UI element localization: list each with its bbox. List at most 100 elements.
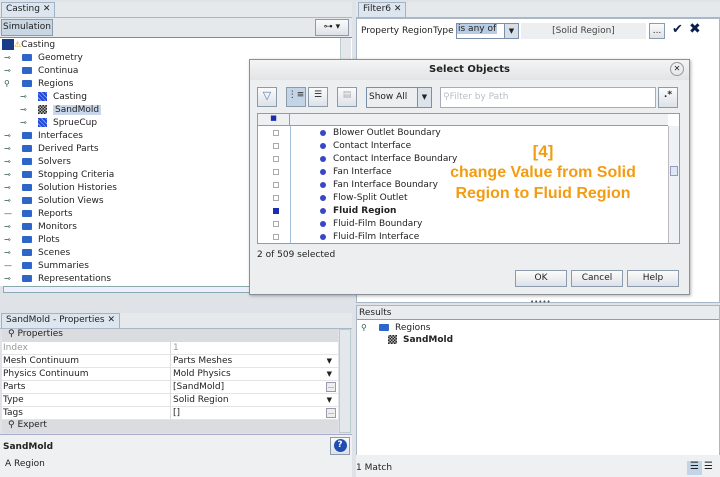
- help-button[interactable]: Help: [627, 270, 679, 287]
- object-list-item[interactable]: Flow-Split Outlet: [320, 192, 408, 205]
- dialog-close-icon[interactable]: ✕: [670, 62, 684, 76]
- filter-value-field[interactable]: [Solid Region]: [521, 23, 646, 39]
- expand-icon[interactable]: ⊸: [4, 142, 14, 155]
- chevron-down-icon[interactable]: ▼: [327, 355, 332, 368]
- tree-item[interactable]: ⊸ Solution Views: [4, 194, 104, 207]
- expert-section-header[interactable]: ⚲ Expert: [2, 420, 338, 433]
- expand-icon[interactable]: —: [4, 207, 14, 220]
- tree-view-icon[interactable]: ☰: [687, 461, 702, 475]
- cancel-button[interactable]: Cancel: [571, 270, 623, 287]
- item-checkbox[interactable]: [258, 192, 290, 205]
- expand-icon[interactable]: ⚲: [4, 77, 14, 90]
- operator-select[interactable]: is any of ▼: [456, 23, 519, 39]
- select-column-header-icon[interactable]: ■: [258, 114, 290, 126]
- property-row[interactable]: Physics Continuum Mold Physics ▼: [2, 368, 338, 381]
- tree-item[interactable]: ⊸ Scenes: [4, 246, 70, 259]
- results-item[interactable]: SandMold: [388, 334, 453, 347]
- expand-icon[interactable]: ⊸: [4, 246, 14, 259]
- tree-item[interactable]: ⊸ Interfaces: [4, 129, 83, 142]
- ellipsis-button[interactable]: …: [326, 408, 336, 418]
- results-regions-folder[interactable]: ⚲ Regions: [361, 321, 431, 334]
- close-icon[interactable]: ✕: [107, 315, 115, 325]
- item-checkbox[interactable]: [258, 153, 290, 166]
- object-list-item[interactable]: Fluid Region: [320, 205, 396, 218]
- tab-properties[interactable]: SandMold - Properties ✕: [1, 313, 121, 328]
- help-icon[interactable]: ?: [330, 437, 350, 455]
- tab-filter[interactable]: Filter6 ✕: [358, 2, 407, 17]
- close-icon[interactable]: ✕: [43, 4, 51, 14]
- ellipsis-button[interactable]: ...: [649, 23, 665, 39]
- tree-item[interactable]: ⊸ Plots: [4, 233, 60, 246]
- expand-icon[interactable]: ⊸: [20, 103, 30, 116]
- property-row[interactable]: Type Solid Region ▼: [2, 394, 338, 407]
- tree-item[interactable]: ⚠Casting: [2, 38, 55, 51]
- expand-icon[interactable]: ⊸: [20, 116, 30, 129]
- expand-icon[interactable]: ⊸: [4, 220, 14, 233]
- tree-item[interactable]: ⊸ Continua: [4, 64, 78, 77]
- tree-item[interactable]: ⊸ SprueCup: [20, 116, 97, 129]
- bullet-icon: [320, 181, 326, 188]
- tree-item[interactable]: ⊸ Representations: [4, 272, 111, 284]
- tree-item[interactable]: ⊸ Monitors: [4, 220, 77, 233]
- item-checkbox[interactable]: [258, 179, 290, 192]
- ok-button[interactable]: OK: [515, 270, 567, 287]
- item-checkbox[interactable]: [258, 205, 290, 218]
- expand-icon[interactable]: ⊸: [4, 155, 14, 168]
- expand-icon[interactable]: ⊸: [4, 272, 14, 284]
- expand-icon[interactable]: ⊸: [4, 233, 14, 246]
- expand-icon[interactable]: ⊸: [4, 129, 14, 142]
- tree-item-label: Scenes: [38, 248, 71, 258]
- item-checkbox[interactable]: [258, 140, 290, 153]
- show-select[interactable]: Show All ▼: [366, 87, 432, 108]
- results-header: Results: [357, 306, 719, 320]
- ellipsis-button[interactable]: …: [326, 382, 336, 392]
- list-view-icon[interactable]: ☰: [704, 461, 713, 472]
- property-row[interactable]: Mesh Continuum Parts Meshes ▼: [2, 355, 338, 368]
- object-list-item[interactable]: Fan Interface: [320, 166, 392, 179]
- properties-section-header[interactable]: ⚲ Properties: [2, 329, 338, 342]
- tree-view-button[interactable]: ⋮≡: [286, 87, 306, 107]
- object-list-item[interactable]: Fluid-Film Interface: [320, 231, 419, 244]
- tree-item[interactable]: ⊸ Solvers: [4, 155, 71, 168]
- checkmark-icon[interactable]: ✔: [672, 22, 683, 37]
- item-checkbox[interactable]: [258, 218, 290, 231]
- chevron-down-icon[interactable]: ▼: [327, 368, 332, 381]
- item-checkbox[interactable]: [258, 166, 290, 179]
- tree-item[interactable]: — Summaries: [4, 259, 89, 272]
- tree-item[interactable]: ⊸ Solution Histories: [4, 181, 117, 194]
- filter-path-input[interactable]: ⚲Filter by Path: [440, 87, 656, 108]
- tree-item[interactable]: ⊸ Geometry: [4, 51, 83, 64]
- expand-icon[interactable]: ⊸: [20, 90, 30, 103]
- expand-icon[interactable]: ⊸: [4, 51, 14, 64]
- object-list-item[interactable]: Blower Outlet Boundary: [320, 127, 441, 140]
- chevron-down-icon[interactable]: ▼: [327, 394, 332, 407]
- tree-item[interactable]: ⊸ Casting: [20, 90, 87, 103]
- tree-item[interactable]: — Reports: [4, 207, 73, 220]
- filter-funnel-icon[interactable]: ▽: [257, 87, 277, 107]
- paste-icon[interactable]: ▤: [337, 87, 357, 107]
- tree-view-options-button[interactable]: ⊶ ▾: [315, 19, 349, 36]
- expand-icon[interactable]: ⊸: [4, 181, 14, 194]
- properties-scrollbar[interactable]: [339, 329, 351, 433]
- simulation-button[interactable]: Simulation: [1, 19, 53, 36]
- expand-icon[interactable]: ⊸: [4, 194, 14, 207]
- object-list-item[interactable]: Fluid-Film Boundary: [320, 218, 422, 231]
- property-row[interactable]: Tags[]…: [2, 407, 338, 420]
- tree-item[interactable]: ⚲ Regions: [4, 77, 74, 90]
- expand-icon[interactable]: —: [4, 259, 14, 272]
- tree-item[interactable]: ⊸ Derived Parts: [4, 142, 99, 155]
- object-list-item[interactable]: Contact Interface: [320, 140, 411, 153]
- close-icon[interactable]: ✕: [394, 4, 402, 14]
- tree-item[interactable]: ⊸ SandMold: [20, 103, 102, 116]
- tree-item[interactable]: ⊸ Stopping Criteria: [4, 168, 114, 181]
- expand-icon[interactable]: ⊸: [4, 64, 14, 77]
- property-row[interactable]: Parts [SandMold]…: [2, 381, 338, 394]
- item-checkbox[interactable]: [258, 231, 290, 244]
- regex-button[interactable]: .*: [658, 87, 678, 108]
- property-row[interactable]: Index 1: [2, 342, 338, 355]
- list-view-button[interactable]: ☰: [308, 87, 328, 107]
- item-checkbox[interactable]: [258, 127, 290, 140]
- tab-casting[interactable]: Casting ✕: [1, 2, 56, 17]
- cancel-x-icon[interactable]: ✖: [689, 21, 701, 37]
- expand-icon[interactable]: ⊸: [4, 168, 14, 181]
